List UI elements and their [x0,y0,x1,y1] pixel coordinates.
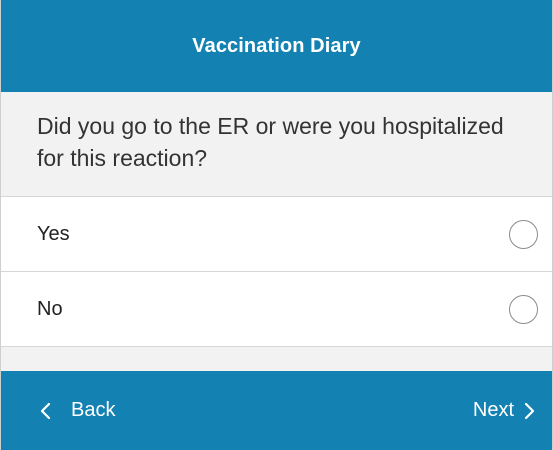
option-yes[interactable]: Yes [1,197,552,272]
chevron-right-icon [524,402,535,419]
header-bar: Vaccination Diary [1,0,552,92]
question-text: Did you go to the ER or were you hospita… [37,113,504,171]
question-panel: Did you go to the ER or were you hospita… [1,92,552,197]
back-button[interactable]: Back [37,371,115,450]
option-no[interactable]: No [1,272,552,347]
option-yes-label: Yes [37,222,70,245]
next-button-label: Next [472,399,514,421]
option-no-label: No [37,297,63,320]
chevron-left-icon [40,402,51,419]
option-yes-radio[interactable] [509,219,538,249]
app-frame: Vaccination Diary Did you go to the ER o… [0,0,553,450]
back-button-label: Back [71,399,116,421]
content-spacer [1,347,552,371]
page-title: Vaccination Diary [192,34,361,57]
next-button[interactable]: Next [473,371,538,450]
footer-nav-bar: Back Next [1,371,552,450]
option-no-radio[interactable] [509,294,538,324]
